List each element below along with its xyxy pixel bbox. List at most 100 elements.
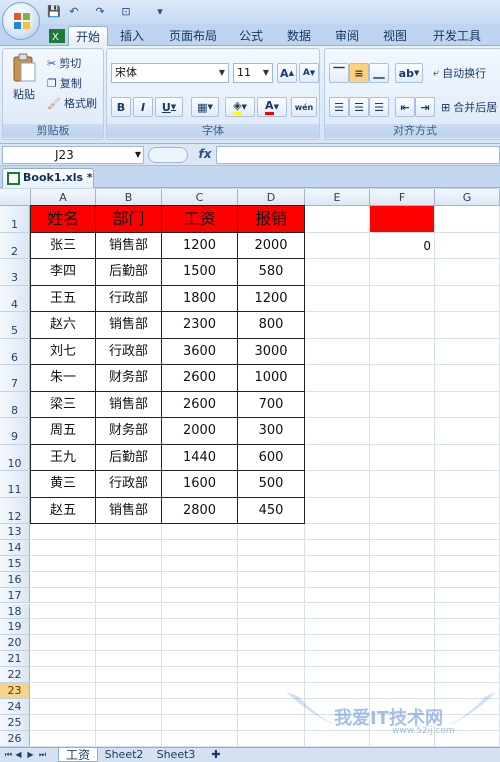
grid-cell[interactable]	[370, 338, 435, 365]
grid-cell[interactable]	[370, 539, 435, 556]
grid-cell[interactable]	[435, 698, 500, 715]
grid-cell[interactable]	[435, 444, 500, 471]
cell-f2[interactable]: 0	[370, 232, 435, 259]
table-cell[interactable]: 1200	[162, 232, 238, 259]
grid-cell[interactable]	[370, 698, 435, 715]
grid-cell[interactable]	[435, 391, 500, 418]
format-painter-button[interactable]: 🖌 格式刷	[47, 95, 97, 111]
table-cell[interactable]: 3000	[238, 338, 305, 365]
grid-cell[interactable]	[162, 587, 238, 604]
grid-cell[interactable]	[370, 603, 435, 620]
tab-home[interactable]: 开始	[68, 26, 108, 47]
table-cell[interactable]: 3600	[162, 338, 238, 365]
grid-cell[interactable]	[370, 471, 435, 498]
undo-icon[interactable]: ↶	[66, 4, 82, 20]
grid-cell[interactable]	[238, 635, 305, 652]
fill-color-button[interactable]: ◈ ▼	[225, 97, 255, 117]
tab-review[interactable]: 审阅	[330, 26, 364, 46]
table-cell[interactable]: 后勤部	[96, 259, 162, 286]
row-header[interactable]: 25	[0, 714, 30, 731]
grid-cell[interactable]	[96, 683, 162, 699]
grid-cell[interactable]	[435, 587, 500, 604]
save-icon[interactable]: 💾	[46, 4, 62, 20]
table-header-cell[interactable]: 姓名	[31, 206, 96, 233]
table-cell[interactable]: 梁三	[31, 391, 96, 418]
row-header[interactable]: 6	[0, 338, 30, 365]
grid-cell[interactable]	[96, 619, 162, 636]
grid-cell[interactable]	[435, 232, 500, 259]
table-cell[interactable]: 行政部	[96, 285, 162, 312]
row-header[interactable]: 3	[0, 259, 30, 286]
grid-cell[interactable]	[31, 524, 96, 540]
grid-cell[interactable]	[162, 571, 238, 588]
grid-cell[interactable]	[96, 714, 162, 731]
workbook-tab[interactable]: Book1.xls *	[2, 168, 94, 188]
grid-cell[interactable]	[162, 524, 238, 540]
spreadsheet-grid[interactable]: ABCDEFG 1 2 3 4 5 6 7 8 9 10 11 12 13 14 15 16 17 18 19 20 2…	[0, 189, 500, 747]
row-header[interactable]: 23	[0, 683, 30, 699]
grid-cell[interactable]	[162, 619, 238, 636]
grid-cell[interactable]	[31, 555, 96, 572]
table-cell[interactable]: 2000	[238, 232, 305, 259]
grid-cell[interactable]	[435, 338, 500, 365]
grid-cell[interactable]	[162, 667, 238, 683]
filled-cell-f1[interactable]	[370, 206, 435, 233]
grid-cell[interactable]	[31, 587, 96, 604]
increase-indent-button[interactable]: ⇥	[415, 97, 435, 117]
excel-icon[interactable]: X	[44, 26, 70, 46]
table-cell[interactable]: 1440	[162, 444, 238, 471]
grid-cell[interactable]	[305, 587, 370, 604]
font-size-select[interactable]: 11 ▼	[233, 63, 273, 83]
grid-cell[interactable]	[305, 285, 370, 312]
grid-cell[interactable]	[96, 698, 162, 715]
grid-cell[interactable]	[305, 365, 370, 392]
grid-cell[interactable]	[305, 206, 370, 233]
grid-cell[interactable]	[370, 524, 435, 540]
grid-cell[interactable]	[305, 714, 370, 731]
row-header[interactable]: 8	[0, 391, 30, 418]
office-button[interactable]	[2, 2, 40, 40]
row-header[interactable]: 10	[0, 444, 30, 471]
insert-sheet-icon[interactable]: ✚	[206, 748, 226, 762]
grid-cell[interactable]	[31, 619, 96, 636]
row-header[interactable]: 2	[0, 232, 30, 259]
bold-button[interactable]: B	[111, 97, 131, 117]
column-header-a[interactable]: A	[31, 189, 96, 206]
customize-qat-icon[interactable]: ▾	[152, 4, 168, 20]
grid-cell[interactable]	[96, 524, 162, 540]
grid-cell[interactable]	[96, 555, 162, 572]
column-header-f[interactable]: F	[370, 189, 435, 206]
table-cell[interactable]: 周五	[31, 418, 96, 445]
grid-cell[interactable]	[238, 730, 305, 747]
grid-cell[interactable]	[435, 651, 500, 668]
grid-cell[interactable]	[305, 555, 370, 572]
table-cell[interactable]: 2800	[162, 497, 238, 524]
grid-cell[interactable]	[96, 539, 162, 556]
grid-cell[interactable]	[238, 667, 305, 683]
grid-cell[interactable]	[435, 365, 500, 392]
table-cell[interactable]: 刘七	[31, 338, 96, 365]
grid-cell[interactable]	[370, 259, 435, 286]
sheet-tab-sheet3[interactable]: Sheet3	[152, 748, 200, 762]
grid-cell[interactable]	[435, 571, 500, 588]
grid-cell[interactable]	[96, 651, 162, 668]
grid-cell[interactable]	[238, 587, 305, 604]
grid-cell[interactable]	[31, 539, 96, 556]
grid-cell[interactable]	[370, 635, 435, 652]
last-sheet-icon[interactable]: ⏭	[38, 749, 47, 761]
table-cell[interactable]: 1600	[162, 471, 238, 498]
grid-cell[interactable]	[96, 571, 162, 588]
grid-cell[interactable]	[305, 635, 370, 652]
table-cell[interactable]: 黄三	[31, 471, 96, 498]
row-header[interactable]: 7	[0, 365, 30, 392]
grid-cell[interactable]	[305, 391, 370, 418]
grid-cell[interactable]	[162, 635, 238, 652]
table-header-cell[interactable]: 部门	[96, 206, 162, 233]
grid-cell[interactable]	[305, 524, 370, 540]
row-header[interactable]: 24	[0, 698, 30, 715]
grid-cell[interactable]	[31, 730, 96, 747]
row-header[interactable]: 22	[0, 667, 30, 683]
sheet-tab-sheet2[interactable]: Sheet2	[100, 748, 148, 762]
row-header[interactable]: 1	[0, 206, 30, 233]
row-header[interactable]: 17	[0, 587, 30, 604]
